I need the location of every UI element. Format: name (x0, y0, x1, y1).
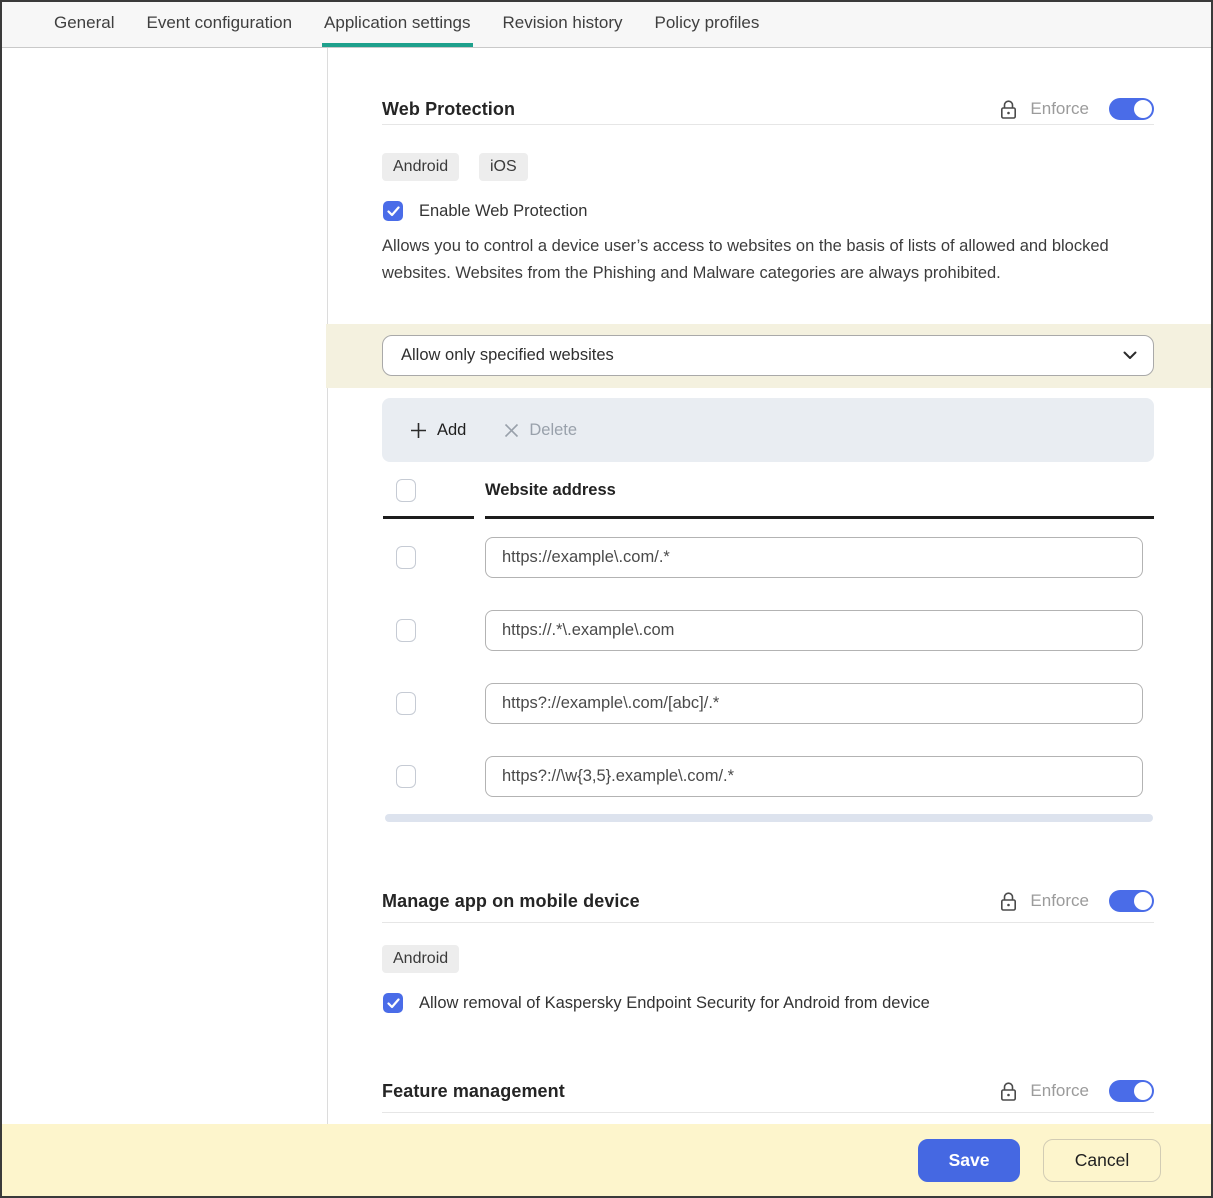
website-address-input[interactable] (485, 683, 1143, 724)
enforce-toggle-manage-app[interactable] (1109, 890, 1154, 912)
table-header-border (383, 516, 474, 519)
website-mode-select-value: Allow only specified websites (401, 346, 1123, 365)
platform-badge-android: Android (382, 153, 459, 181)
section-divider (382, 124, 1154, 125)
section-header-feature-management: Feature management Enforce (382, 1076, 1154, 1106)
tab-application-settings[interactable]: Application settings (322, 2, 472, 47)
row-checkbox[interactable] (396, 765, 416, 788)
enforce-control-feature-management: Enforce (999, 1080, 1154, 1102)
section-title-web-protection: Web Protection (382, 99, 515, 120)
row-checkbox[interactable] (396, 546, 416, 569)
enforce-label: Enforce (1030, 99, 1089, 119)
section-divider (382, 922, 1154, 923)
add-button-label: Add (437, 421, 466, 440)
website-address-input[interactable] (485, 610, 1143, 651)
website-list-toolbar: Add Delete (382, 398, 1154, 462)
tab-bar: General Event configuration Application … (2, 2, 1211, 48)
action-bar: Save Cancel (2, 1124, 1211, 1196)
delete-button[interactable]: Delete (504, 421, 577, 440)
row-checkbox[interactable] (396, 692, 416, 715)
enable-web-protection-checkbox[interactable] (383, 201, 403, 221)
enforce-control-manage-app: Enforce (999, 890, 1154, 912)
enforce-toggle-web-protection[interactable] (1109, 98, 1154, 120)
toggle-knob (1134, 100, 1152, 118)
allow-removal-row: Allow removal of Kaspersky Endpoint Secu… (383, 993, 930, 1013)
enforce-control-web-protection: Enforce (999, 98, 1154, 120)
cancel-button[interactable]: Cancel (1043, 1139, 1161, 1182)
toggle-knob (1134, 892, 1152, 910)
section-header-web-protection: Web Protection Enforce (382, 94, 1154, 124)
horizontal-scrollbar[interactable] (385, 814, 1153, 822)
tab-revision-history[interactable]: Revision history (501, 2, 625, 47)
delete-button-label: Delete (529, 421, 577, 440)
enforce-label: Enforce (1030, 1081, 1089, 1101)
section-divider (382, 1112, 1154, 1113)
x-icon (504, 423, 519, 438)
checkmark-icon (387, 206, 400, 217)
section-header-manage-app: Manage app on mobile device Enforce (382, 886, 1154, 916)
chevron-down-icon (1123, 351, 1137, 360)
platform-badge-ios: iOS (479, 153, 528, 181)
web-protection-description: Allows you to control a device user’s ac… (382, 233, 1154, 287)
enforce-label: Enforce (1030, 891, 1089, 911)
website-address-input[interactable] (485, 756, 1143, 797)
table-header-border (485, 516, 1154, 519)
platform-badge-android: Android (382, 945, 459, 973)
website-mode-select[interactable]: Allow only specified websites (382, 335, 1154, 376)
left-panel-divider (327, 48, 328, 1126)
tab-policy-profiles[interactable]: Policy profiles (653, 2, 762, 47)
add-button[interactable]: Add (410, 421, 466, 440)
enforce-toggle-feature-management[interactable] (1109, 1080, 1154, 1102)
tab-event-configuration[interactable]: Event configuration (144, 2, 294, 47)
save-button[interactable]: Save (918, 1139, 1020, 1182)
toggle-knob (1134, 1082, 1152, 1100)
plus-icon (410, 422, 427, 439)
enable-web-protection-label: Enable Web Protection (419, 202, 587, 221)
allow-removal-label: Allow removal of Kaspersky Endpoint Secu… (419, 994, 930, 1013)
enable-web-protection-row: Enable Web Protection (383, 201, 587, 221)
row-checkbox[interactable] (396, 619, 416, 642)
lock-icon (999, 99, 1018, 120)
section-title-manage-app: Manage app on mobile device (382, 891, 640, 912)
section-title-feature-management: Feature management (382, 1081, 565, 1102)
policy-settings-window: General Event configuration Application … (0, 0, 1213, 1198)
tab-general[interactable]: General (52, 2, 116, 47)
lock-icon (999, 891, 1018, 912)
lock-icon (999, 1081, 1018, 1102)
website-address-input[interactable] (485, 537, 1143, 578)
checkmark-icon (387, 998, 400, 1009)
select-all-checkbox[interactable] (396, 479, 416, 502)
allow-removal-checkbox[interactable] (383, 993, 403, 1013)
website-address-column-header: Website address (485, 481, 616, 500)
